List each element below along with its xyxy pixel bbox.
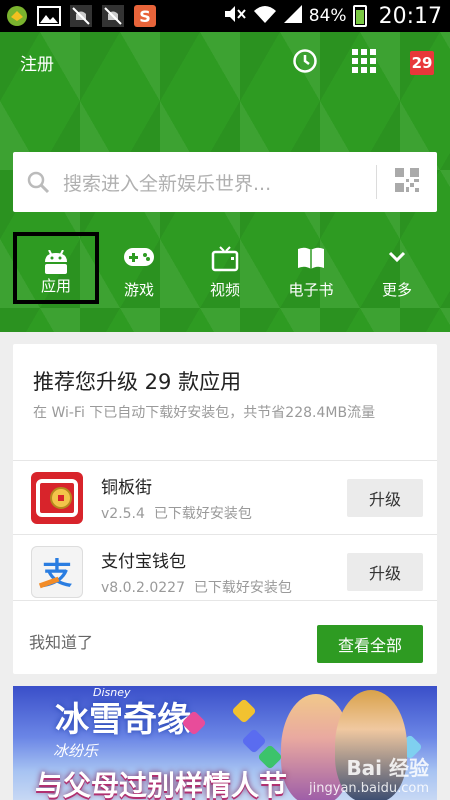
app-status: 已下载好安装包 (153, 506, 252, 522)
list-item[interactable]: 支 支付宝钱包 v8.0.2.0227 已下载好安装包 升级 (13, 534, 437, 608)
book-icon (268, 246, 354, 270)
category-videos[interactable]: 视频 (182, 232, 268, 304)
category-label: 电子书 (288, 281, 334, 299)
app-status: 已下载好安装包 (193, 580, 292, 596)
image-icon (36, 3, 62, 29)
list-item[interactable]: 铜板街 v2.5.4 已下载好安装包 升级 (13, 460, 437, 534)
upgrade-button[interactable]: 升级 (347, 479, 423, 517)
gamepad-icon (96, 246, 182, 268)
app-s-icon: S (132, 3, 158, 29)
category-ebooks[interactable]: 电子书 (268, 232, 354, 304)
card-title: 推荐您升级 29 款应用 (33, 370, 242, 394)
svg-text:支: 支 (42, 557, 72, 592)
category-label: 视频 (209, 281, 240, 299)
app-meta: v2.5.4 已下载好安装包 (101, 503, 252, 523)
app-version: v8.0.2.0227 (101, 580, 185, 596)
search-bar[interactable]: 搜索进入全新娱乐世界... (13, 152, 437, 212)
app-meta: v8.0.2.0227 已下载好安装包 (101, 577, 292, 597)
view-all-button[interactable]: 查看全部 (317, 625, 423, 663)
category-label: 应用 (40, 277, 71, 295)
clock-time: 20:17 (378, 3, 442, 29)
notification-off-icon (100, 3, 126, 29)
category-apps[interactable]: 应用 (13, 232, 99, 304)
search-input[interactable]: 搜索进入全新娱乐世界... (63, 169, 376, 196)
tongbanjie-app-icon (31, 472, 83, 524)
battery-percent: 84% (308, 6, 347, 26)
chevron-down-icon (354, 246, 440, 268)
mute-icon (223, 4, 247, 29)
dismiss-button[interactable]: 我知道了 (29, 629, 93, 653)
upgrade-button[interactable]: 升级 (347, 553, 423, 591)
banner-title: 冰雪奇缘 (55, 700, 191, 740)
card-footer: 我知道了 查看全部 (13, 600, 437, 674)
watermark-url: jingyan.baidu.com (309, 781, 429, 796)
watermark-brand: Bai 经验 (346, 756, 429, 780)
category-nav: 应用 游戏 视频 电子书 更多 (0, 232, 450, 304)
register-link[interactable]: 注册 (20, 50, 54, 75)
tv-icon (182, 246, 268, 272)
app-name: 铜板街 (101, 478, 152, 498)
status-bar: S 84% 20:17 (0, 0, 450, 32)
category-label: 游戏 (123, 281, 154, 299)
search-divider (376, 165, 377, 199)
upgrade-card: 推荐您升级 29 款应用 在 Wi-Fi 下已自动下载好安装包，共节省228.4… (13, 344, 437, 674)
calendar-day: 29 (411, 54, 433, 72)
app-icon (4, 3, 30, 29)
android-icon (17, 250, 95, 276)
category-label: 更多 (381, 281, 412, 299)
grid-icon[interactable] (352, 49, 376, 77)
wifi-icon (253, 4, 277, 29)
alipay-app-icon: 支 (31, 546, 83, 598)
header: 注册 29 搜索进入全新娱乐世界... 应用 游戏 视频 电子书 更多 (0, 32, 450, 332)
svg-text:S: S (139, 7, 151, 26)
promo-banner[interactable]: Disney 冰雪奇缘 冰纷乐 与父母过别样情人节 Bai 经验 jingyan… (13, 686, 437, 800)
search-icon (13, 170, 63, 194)
card-subtitle: 在 Wi-Fi 下已自动下载好安装包，共节省228.4MB流量 (33, 405, 376, 421)
banner-headline: 与父母过别样情人节 (35, 769, 288, 800)
signal-icon (283, 4, 303, 29)
category-more[interactable]: 更多 (354, 232, 440, 304)
calendar-icon[interactable]: 29 (410, 51, 434, 75)
clock-icon[interactable] (292, 48, 318, 78)
category-games[interactable]: 游戏 (96, 232, 182, 304)
app-name: 支付宝钱包 (101, 552, 186, 572)
gem-icon (231, 698, 257, 724)
watermark: Bai 经验 jingyan.baidu.com (309, 752, 429, 796)
app-version: v2.5.4 (101, 506, 145, 522)
qr-code-icon[interactable] (395, 168, 419, 196)
battery-icon (352, 5, 367, 27)
notification-off-icon (68, 3, 94, 29)
banner-subtitle: 冰纷乐 (53, 742, 99, 760)
